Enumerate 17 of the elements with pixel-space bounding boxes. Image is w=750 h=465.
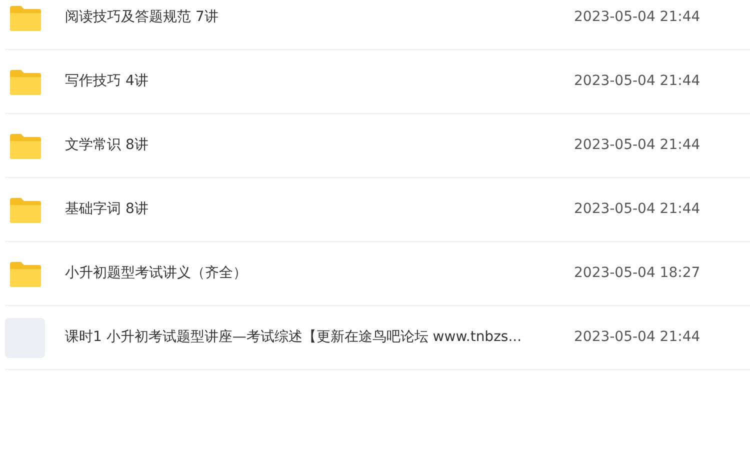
file-name[interactable]: 文学常识 8讲 xyxy=(65,135,565,156)
folder-icon xyxy=(10,260,40,287)
modified-date: 2023-05-04 21:44 xyxy=(574,136,700,155)
folder-icon xyxy=(10,132,40,159)
folder-icon xyxy=(10,196,40,223)
modified-date: 2023-05-04 21:44 xyxy=(574,200,700,219)
modified-date: 2023-05-04 21:44 xyxy=(574,72,700,91)
file-name[interactable]: 课时1 小升初考试题型讲座—考试综述【更新在途鸟吧论坛 www.tnbzs... xyxy=(65,327,565,348)
file-name[interactable]: 基础字词 8讲 xyxy=(65,199,565,220)
modified-date: 2023-05-04 21:44 xyxy=(574,8,700,27)
folder-icon xyxy=(10,4,40,31)
file-name[interactable]: 小升初题型考试讲义（齐全） xyxy=(65,263,565,284)
file-name[interactable]: 写作技巧 4讲 xyxy=(65,71,565,92)
folder-icon xyxy=(10,68,40,95)
modified-date: 2023-05-04 21:44 xyxy=(574,328,700,347)
file-name[interactable]: 阅读技巧及答题规范 7讲 xyxy=(65,7,565,28)
modified-date: 2023-05-04 18:27 xyxy=(574,264,700,283)
